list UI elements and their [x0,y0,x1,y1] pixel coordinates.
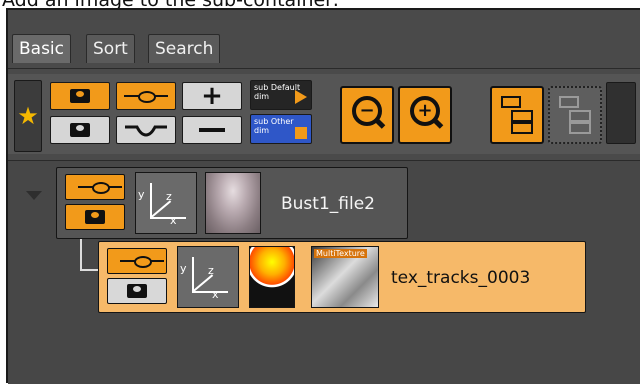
split-button[interactable] [116,116,176,144]
sub-other-label: sub Other dim [254,117,294,135]
tree-view-button[interactable] [490,86,544,144]
minus-icon [199,128,225,132]
container-node-bust[interactable]: y z x Bust1_file2 [56,167,408,239]
star-icon: ★ [17,102,39,130]
arrow-right-icon [295,90,307,104]
bust-image-thumbnail[interactable] [205,172,261,234]
pulley-icon [120,256,164,268]
detailed-tree-view-button[interactable] [548,86,602,144]
zoom-out-button[interactable]: − [340,86,394,144]
zoom-in-button[interactable]: + [398,86,452,144]
merge-toggle[interactable] [107,248,167,274]
axis-z-label: z [208,264,214,277]
tree-icon [559,96,591,134]
figure-icon [85,210,105,224]
visibility-toggle[interactable] [65,204,125,230]
favorite-button[interactable]: ★ [14,80,42,152]
visibility-toggle[interactable] [107,278,167,304]
axis-y-label: y [180,262,187,275]
more-tools-button[interactable] [606,82,636,144]
square-icon [295,127,307,139]
collapse-all-button[interactable] [182,116,242,144]
scene-tree: y z x Bust1_file2 y z x MultiTexture tex… [8,160,640,384]
multitexture-thumbnail[interactable]: MultiTexture [311,246,379,308]
plus-icon: + [201,81,223,111]
curve-icon [125,125,167,137]
container-name: Bust1_file2 [281,194,375,214]
axis-z-label: z [166,190,172,203]
axis-x-label: x [212,288,219,301]
tab-sort[interactable]: Sort [86,34,135,63]
axis-y-label: y [138,188,145,201]
merge-button[interactable] [116,82,176,110]
transformation-icon[interactable]: y z x [177,246,239,308]
tree-icon [501,96,533,134]
figure-icon [127,284,147,298]
add-child-group-button[interactable] [50,116,110,144]
multitexture-label: MultiTexture [314,249,367,258]
material-gradient-thumbnail[interactable] [249,246,295,308]
tab-bar: Basic Sort Search [8,28,640,69]
figure-icon [70,123,90,137]
expand-all-button[interactable]: + [182,82,242,110]
container-name: tex_tracks_0003 [391,268,531,288]
container-node-tex-tracks[interactable]: y z x MultiTexture tex_tracks_0003 [98,241,586,313]
add-group-button[interactable] [50,82,110,110]
collapse-triangle-icon[interactable] [26,191,42,200]
toolbar: ★ + sub Default dim sub Other dim − + [8,74,640,154]
pulley-icon [124,91,168,103]
tree-connector [80,239,100,271]
sub-other-tile[interactable]: sub Other dim [250,114,312,144]
figure-icon [70,89,90,103]
transformation-icon[interactable]: y z x [135,172,197,234]
scene-tree-panel: Basic Sort Search ★ + sub Default dim su… [6,8,640,384]
pulley-icon [78,182,122,194]
sub-default-label: sub Default dim [254,83,301,101]
merge-toggle[interactable] [65,174,125,200]
tab-search[interactable]: Search [148,34,221,63]
sub-default-tile[interactable]: sub Default dim [250,80,312,110]
axis-x-label: x [170,214,177,227]
tab-basic[interactable]: Basic [12,34,72,63]
